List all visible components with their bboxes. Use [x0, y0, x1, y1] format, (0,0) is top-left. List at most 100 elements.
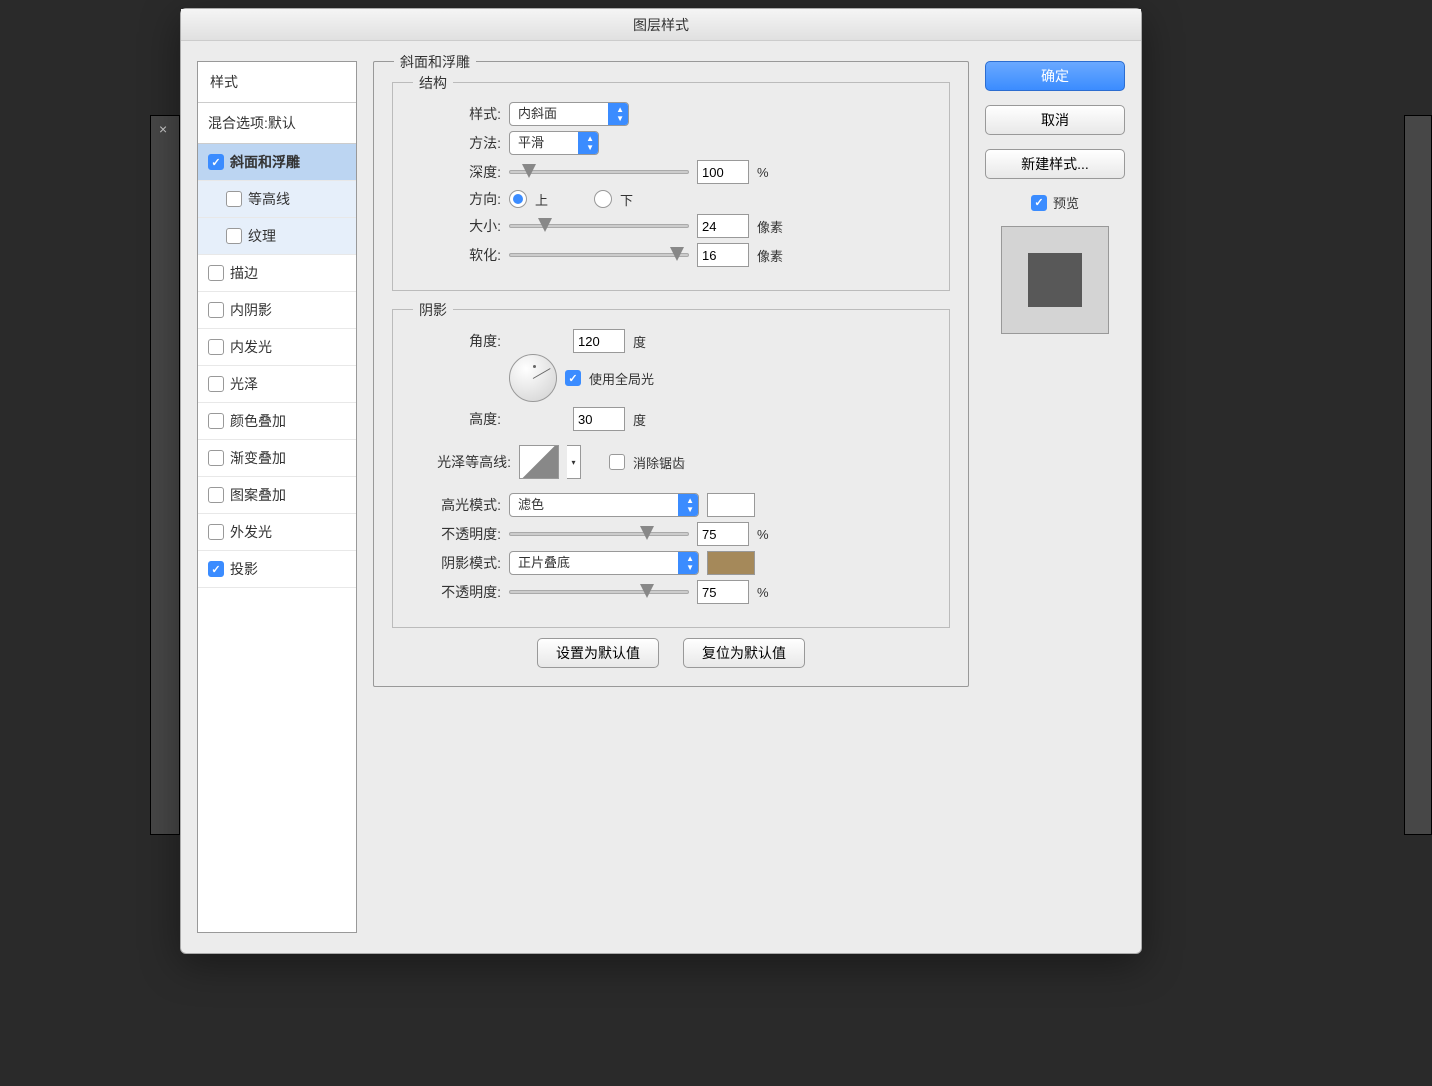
sidebar-item-stroke[interactable]: 描边	[198, 255, 356, 292]
main-panel: 斜面和浮雕 结构 样式: 内斜面 ▲▼ 方法:	[373, 61, 969, 933]
checkbox-icon[interactable]	[226, 191, 242, 207]
shadow-opacity-input[interactable]	[697, 580, 749, 604]
sidebar-blend-options[interactable]: 混合选项:默认	[198, 103, 356, 144]
ps-left-panel	[150, 115, 180, 835]
reset-default-button[interactable]: 复位为默认值	[683, 638, 805, 668]
panel-title: 斜面和浮雕	[394, 52, 476, 72]
shadow-mode-select[interactable]: 正片叠底 ▲▼	[509, 551, 699, 575]
sidebar-item-label: 等高线	[248, 189, 290, 209]
depth-input[interactable]	[697, 160, 749, 184]
sidebar-item-label: 颜色叠加	[230, 411, 286, 431]
sidebar-item-bevel[interactable]: 斜面和浮雕	[198, 144, 356, 181]
checkbox-icon[interactable]	[208, 524, 224, 540]
angle-label: 角度:	[411, 331, 501, 351]
method-select[interactable]: 平滑 ▲▼	[509, 131, 599, 155]
sidebar-header[interactable]: 样式	[198, 62, 356, 103]
sidebar-item-gradient-overlay[interactable]: 渐变叠加	[198, 440, 356, 477]
preview-swatch	[1001, 226, 1109, 334]
sidebar-item-label: 渐变叠加	[230, 448, 286, 468]
checkbox-icon[interactable]	[208, 339, 224, 355]
shadow-opacity-unit: %	[757, 585, 769, 600]
style-select[interactable]: 内斜面 ▲▼	[509, 102, 629, 126]
direction-down-label: 下	[620, 190, 633, 209]
sidebar-item-contour[interactable]: 等高线	[198, 181, 356, 218]
shadow-opacity-slider[interactable]	[509, 590, 689, 594]
sidebar-item-inner-shadow[interactable]: 内阴影	[198, 292, 356, 329]
set-default-button[interactable]: 设置为默认值	[537, 638, 659, 668]
new-style-button[interactable]: 新建样式...	[985, 149, 1125, 179]
preview-checkbox[interactable]	[1031, 195, 1047, 211]
checkbox-icon[interactable]	[208, 302, 224, 318]
altitude-input[interactable]	[573, 407, 625, 431]
antialias-checkbox[interactable]	[609, 454, 625, 470]
sidebar-item-label: 外发光	[230, 522, 272, 542]
size-input[interactable]	[697, 214, 749, 238]
altitude-label: 高度:	[411, 409, 501, 429]
dialog-title: 图层样式	[181, 9, 1141, 41]
highlight-mode-label: 高光模式:	[411, 495, 501, 515]
sidebar-item-outer-glow[interactable]: 外发光	[198, 514, 356, 551]
global-light-label: 使用全局光	[589, 369, 654, 388]
global-light-checkbox[interactable]	[565, 370, 581, 386]
checkbox-icon[interactable]	[208, 413, 224, 429]
sidebar-item-drop-shadow[interactable]: 投影	[198, 551, 356, 588]
sidebar-item-label: 内阴影	[230, 300, 272, 320]
sidebar-item-color-overlay[interactable]: 颜色叠加	[198, 403, 356, 440]
angle-dial[interactable]	[509, 354, 557, 402]
soften-slider[interactable]	[509, 253, 689, 257]
checkbox-icon[interactable]	[208, 450, 224, 466]
ok-button[interactable]: 确定	[985, 61, 1125, 91]
style-label: 样式:	[411, 104, 501, 124]
highlight-opacity-unit: %	[757, 527, 769, 542]
highlight-opacity-input[interactable]	[697, 522, 749, 546]
depth-label: 深度:	[411, 162, 501, 182]
shadow-mode-label: 阴影模式:	[411, 553, 501, 573]
highlight-mode-select[interactable]: 滤色 ▲▼	[509, 493, 699, 517]
cancel-button[interactable]: 取消	[985, 105, 1125, 135]
highlight-color-swatch[interactable]	[707, 493, 755, 517]
dialog-right-column: 确定 取消 新建样式... 预览	[985, 61, 1125, 933]
bevel-panel: 斜面和浮雕 结构 样式: 内斜面 ▲▼ 方法:	[373, 61, 969, 687]
sidebar-item-satin[interactable]: 光泽	[198, 366, 356, 403]
shadow-opacity-label: 不透明度:	[411, 582, 501, 602]
sidebar-item-label: 斜面和浮雕	[230, 152, 300, 172]
highlight-opacity-slider[interactable]	[509, 532, 689, 536]
shadow-group: 阴影 角度: 度	[392, 309, 950, 628]
direction-down-radio[interactable]	[594, 190, 612, 208]
direction-up-radio[interactable]	[509, 190, 527, 208]
sidebar-item-inner-glow[interactable]: 内发光	[198, 329, 356, 366]
soften-input[interactable]	[697, 243, 749, 267]
styles-sidebar: 样式 混合选项:默认 斜面和浮雕 等高线 纹理 描边	[197, 61, 357, 933]
depth-slider[interactable]	[509, 170, 689, 174]
direction-label: 方向:	[411, 189, 501, 209]
shadow-color-swatch[interactable]	[707, 551, 755, 575]
direction-up-label: 上	[535, 190, 548, 209]
layer-style-dialog: 图层样式 样式 混合选项:默认 斜面和浮雕 等高线 纹理	[180, 8, 1142, 954]
gloss-contour-swatch[interactable]	[519, 445, 559, 479]
sidebar-item-pattern-overlay[interactable]: 图案叠加	[198, 477, 356, 514]
altitude-unit: 度	[633, 410, 646, 429]
structure-legend: 结构	[413, 73, 453, 93]
preview-label: 预览	[1053, 193, 1079, 212]
checkbox-icon[interactable]	[208, 154, 224, 170]
checkbox-icon[interactable]	[208, 561, 224, 577]
soften-label: 软化:	[411, 245, 501, 265]
antialias-label: 消除锯齿	[633, 453, 685, 472]
size-slider[interactable]	[509, 224, 689, 228]
angle-unit: 度	[633, 332, 646, 351]
checkbox-icon[interactable]	[208, 376, 224, 392]
checkbox-icon[interactable]	[208, 487, 224, 503]
checkbox-icon[interactable]	[226, 228, 242, 244]
gloss-contour-label: 光泽等高线:	[411, 452, 511, 472]
gloss-contour-dropdown[interactable]: ▾	[567, 445, 581, 479]
method-label: 方法:	[411, 133, 501, 153]
highlight-opacity-label: 不透明度:	[411, 524, 501, 544]
sidebar-item-texture[interactable]: 纹理	[198, 218, 356, 255]
angle-input[interactable]	[573, 329, 625, 353]
structure-group: 结构 样式: 内斜面 ▲▼ 方法: 平滑 ▲	[392, 82, 950, 291]
depth-unit: %	[757, 165, 769, 180]
preview-inner	[1028, 253, 1082, 307]
checkbox-icon[interactable]	[208, 265, 224, 281]
sidebar-item-label: 图案叠加	[230, 485, 286, 505]
ps-right-panel	[1404, 115, 1432, 835]
